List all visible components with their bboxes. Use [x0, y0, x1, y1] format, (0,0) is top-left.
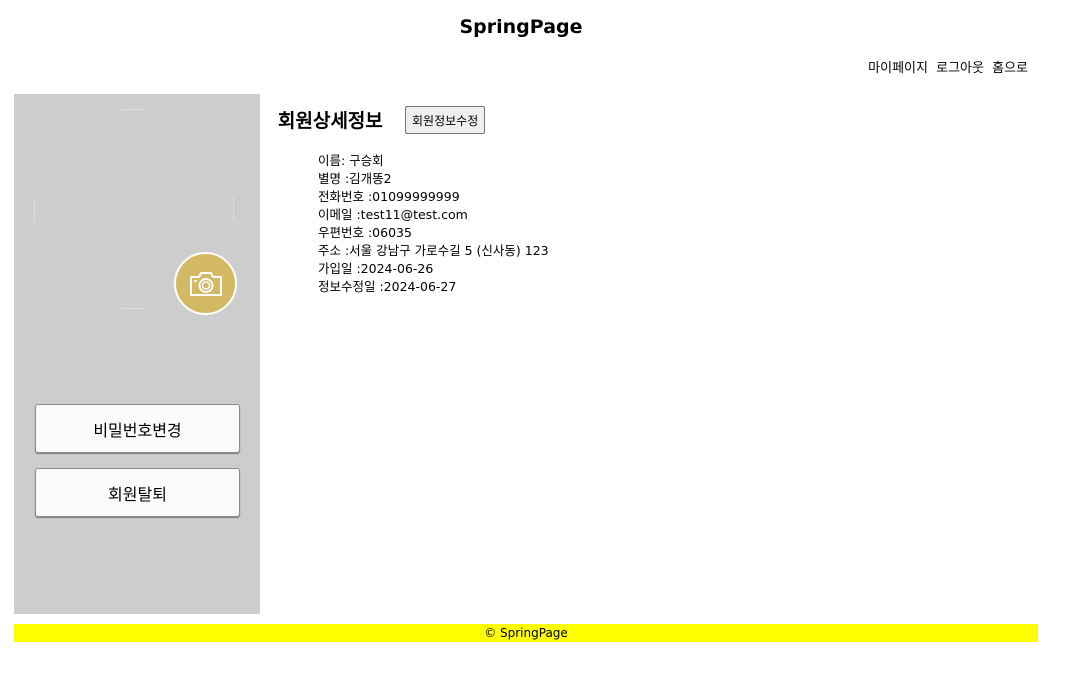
sidebar: 비밀번호변경 회원탈퇴 — [14, 94, 260, 614]
info-nickname: 별명 :김개똥2 — [318, 171, 392, 186]
info-modified-date: 정보수정일 :2024-06-27 — [318, 279, 457, 294]
footer: © SpringPage — [14, 624, 1038, 642]
info-phone: 전화번호 :01099999999 — [318, 189, 460, 204]
member-info-list: 이름: 구승회 별명 :김개똥2 전화번호 :01099999999 이메일 :… — [318, 152, 549, 296]
page-title: 회원상세정보 — [278, 110, 383, 132]
info-address: 주소 :서울 강남구 가로수길 5 (신사동) 123 — [318, 243, 549, 258]
info-join-date: 가입일 :2024-06-26 — [318, 261, 434, 276]
site-title: SpringPage — [459, 16, 583, 38]
footer-copyright: © SpringPage — [484, 626, 568, 640]
edit-profile-button[interactable]: 회원정보수정 — [405, 106, 486, 134]
withdraw-button[interactable]: 회원탈퇴 — [35, 468, 240, 517]
change-password-button[interactable]: 비밀번호변경 — [35, 404, 240, 453]
camera-icon — [189, 271, 222, 296]
nav-logout-link[interactable]: 로그아웃 — [936, 61, 984, 76]
nav-mypage-link[interactable]: 마이페이지 — [868, 61, 928, 76]
info-email: 이메일 :test11@test.com — [318, 207, 468, 222]
nav-home-link[interactable]: 홈으로 — [992, 61, 1028, 76]
info-zipcode: 우편번호 :06035 — [318, 225, 412, 240]
top-nav: 마이페이지 로그아웃 홈으로 — [864, 57, 1028, 76]
profile-photo-button[interactable] — [174, 252, 237, 315]
info-name: 이름: 구승회 — [318, 153, 384, 168]
